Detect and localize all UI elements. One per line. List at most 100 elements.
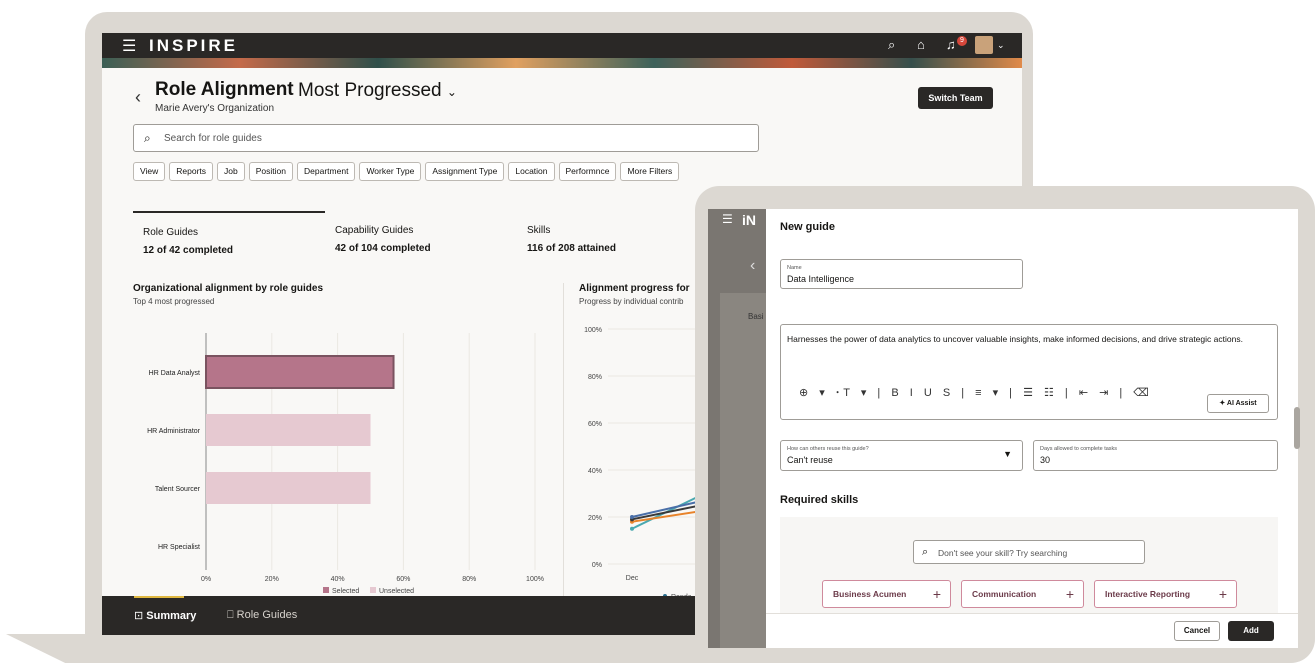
filter-chip[interactable]: Department [297,162,356,181]
tab-role-guides[interactable]: Role Guides 12 of 42 completed [133,211,325,263]
avatar[interactable] [975,36,993,54]
tab-skills[interactable]: Skills 116 of 208 attained [517,211,709,263]
drawer-title: New guide [780,221,836,233]
legend-label: Selected [332,588,359,593]
chevron-down-icon[interactable]: ⌄ [997,40,1005,51]
filter-chip[interactable]: Worker Type [359,162,422,181]
nav-role-guides[interactable]: ⎕ Role Guides [227,609,297,622]
view-label: Most Progressed [298,80,442,101]
tab-label: Capability Guides [335,225,414,236]
search-placeholder: Search for role guides [164,133,262,144]
hamburger-menu-icon[interactable]: ☰ [122,36,136,56]
tab-value: 116 of 208 attained [527,243,616,254]
selected-indicator [134,596,184,598]
filter-chip[interactable]: Position [248,162,294,181]
plus-icon: + [1218,586,1227,602]
tablet-screen: ☰ iN ‹ Basi New guide Name Data Intellig… [708,209,1298,648]
filter-chips: View Reports Job Position Department Wor… [133,162,680,181]
ai-assist-label: AI Assist [1226,400,1257,407]
app-logo: iN [742,212,756,228]
nav-summary[interactable]: ⊡ Summary [134,609,196,622]
chart-title: Alignment progress for [579,283,690,294]
sparkle-icon: ✦ [1219,400,1226,407]
tab-value: 12 of 42 completed [143,245,234,256]
y-category-label: HR Specialist [158,544,200,551]
caret-down-icon: ▼ [1003,449,1012,459]
scrollbar[interactable] [1294,407,1300,449]
skill-chip-communication[interactable]: Communication + [961,580,1084,608]
days-field[interactable]: Days allowed to complete tasks 30 [1033,440,1278,471]
filter-chip[interactable]: View [133,162,166,181]
filter-chip[interactable]: Performnce [558,162,617,181]
series-point-0 [630,526,634,531]
switch-team-button[interactable]: Switch Team [918,87,993,109]
legend-swatch-selected [323,587,329,593]
skill-chip-interactive-reporting[interactable]: Interactive Reporting + [1094,580,1237,608]
description-text: Harnesses the power of data analytics to… [787,334,1243,344]
bar-hr-data-analyst [205,355,395,389]
filter-chip[interactable]: Reports [169,162,214,181]
x-tick-label: 40% [331,576,345,583]
skill-chip-business-acumen[interactable]: Business Acumen + [822,580,951,608]
search-icon: ⌕ [922,546,929,558]
skill-label: Interactive Reporting [1105,589,1191,599]
add-button[interactable]: Add [1228,621,1274,641]
filter-chip[interactable]: Job [217,162,245,181]
rich-text-toolbar[interactable]: ⊕ ▾ ꞏT ▾ | B I U S | ≡ ▾ | ☰ ☷ | ⇤ ⇥ | ⌫ [799,385,1153,400]
series-point-3 [630,515,634,519]
y-tick-label: 60% [588,421,602,428]
name-value: Data Intelligence [787,274,855,284]
y-category-label: HR Administrator [147,428,201,435]
metric-tabs: Role Guides 12 of 42 completed Capabilit… [133,211,725,263]
plus-icon: + [1065,586,1074,602]
skill-label: Business Acumen [833,589,907,599]
view-selector[interactable]: Most Progressed ⌄ [298,80,457,102]
x-tick-label: 100% [526,576,544,583]
y-tick-label: 100% [584,327,602,334]
x-tick-label: 60% [396,576,410,583]
chart-divider [563,283,564,598]
search-icon: ⌕ [144,131,151,145]
reuse-label: How can others reuse this guide? [787,446,869,452]
search-icon[interactable]: ⌕ [888,37,895,53]
nav-summary-label: Summary [146,610,197,622]
bell-icon[interactable]: ♫ [946,37,956,52]
reuse-select[interactable]: How can others reuse this guide? Can't r… [780,440,1023,471]
back-chevron-icon[interactable]: ‹ [135,87,141,108]
x-tick-label: 20% [265,576,279,583]
tab-label: Skills [527,225,551,236]
days-value: 30 [1040,455,1051,465]
y-tick-label: 20% [588,515,602,522]
background-tab: Basi [748,312,764,321]
skill-search-input[interactable]: ⌕ Don't see your skill? Try searching [913,540,1145,564]
description-editor[interactable]: Harnesses the power of data analytics to… [780,324,1278,420]
app-logo: INSPIRE [149,36,239,55]
hamburger-menu-icon: ☰ [722,212,733,226]
notification-badge: 9 [957,36,967,46]
tab-capability-guides[interactable]: Capability Guides 42 of 104 completed [325,211,517,263]
x-tick-label: 0% [201,576,211,583]
chart-subtitle: Progress by individual contrib [579,297,684,306]
background-panel [720,293,766,648]
x-tick-label: 80% [462,576,476,583]
chart-title: Organizational alignment by role guides [133,283,324,294]
summary-icon: ⊡ [134,610,144,622]
y-tick-label: 40% [588,468,602,475]
name-field[interactable]: Name Data Intelligence [780,259,1023,289]
tablet-background-app: ☰ iN ‹ Basi [708,209,766,648]
ai-assist-button[interactable]: ✦ AI Assist [1207,394,1269,413]
header-banner [102,58,1022,68]
search-input[interactable]: ⌕ Search for role guides [133,124,759,152]
cancel-button[interactable]: Cancel [1174,621,1220,641]
reuse-value: Can't reuse [787,455,833,465]
filter-chip[interactable]: Assignment Type [425,162,505,181]
nav-role-guides-label: Role Guides [236,609,298,621]
top-bar: ☰ INSPIRE ⌕ ⌂ ♫ 9 ⌄ [102,33,1022,58]
filter-chip[interactable]: Location [508,162,555,181]
back-chevron-icon: ‹ [750,257,756,274]
bar-talent-sourcer [206,472,371,504]
filter-chip[interactable]: More Filters [620,162,680,181]
home-icon[interactable]: ⌂ [917,37,925,52]
y-tick-label: 0% [592,562,602,569]
chart-subtitle: Top 4 most progressed [133,297,215,306]
